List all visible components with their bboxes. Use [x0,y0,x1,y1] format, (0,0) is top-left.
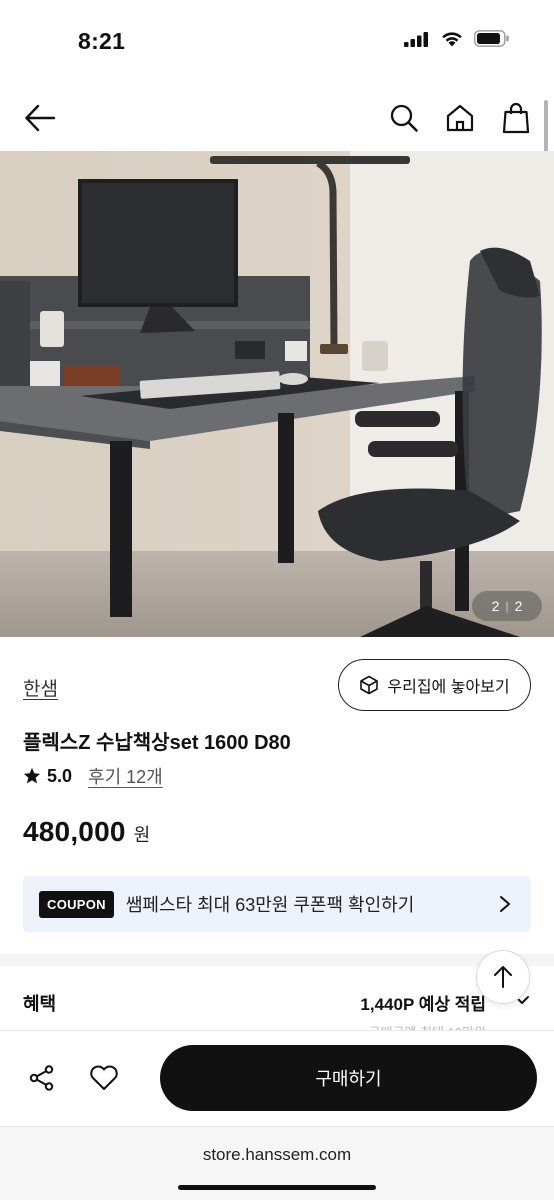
bottom-action-bar: 구매하기 [0,1030,554,1126]
chevron-right-icon [495,894,515,914]
price-row: 480,000 원 [23,816,150,848]
brand-link[interactable]: 한샘 [23,674,58,701]
home-icon [446,104,474,132]
ar-view-label: 우리집에 놓아보기 [387,679,510,696]
rating-value: 5.0 [47,765,73,786]
price-value: 480,000 [23,816,126,847]
top-nav [0,88,554,148]
search-icon [390,104,418,132]
wifi-icon [442,32,462,47]
home-indicator [178,1185,376,1190]
product-title: 플렉스Z 수납책상set 1600 D80 [23,732,291,754]
arrow-left-icon [25,104,56,132]
browser-url-bar: store.hanssem.com [0,1126,554,1200]
nav-actions [384,98,536,138]
image-counter: 2 | 2 [472,591,542,621]
like-button[interactable] [84,1058,124,1098]
star-icon [23,767,41,784]
image-counter-separator: | [505,599,509,613]
coupon-text: 쌤페스타 최대 63만원 쿠폰팩 확인하기 [125,895,415,915]
rating-row: 5.0 후기 12개 [23,763,163,789]
status-bar: 8:21 [0,0,554,84]
share-icon [29,1065,54,1091]
ar-view-button[interactable]: 우리집에 놓아보기 [338,659,531,711]
section-divider [0,954,554,966]
benefit-points: 1,440P 예상 적립 [360,995,486,1014]
price-currency: 원 [133,825,151,845]
product-photo [0,151,554,637]
buy-button[interactable]: 구매하기 [160,1045,537,1111]
battery-icon [474,30,509,47]
ar-cube-icon [360,675,379,695]
heart-icon [90,1065,118,1090]
product-image-carousel[interactable]: 2 | 2 [0,151,554,637]
arrow-up-icon [494,966,512,988]
shopping-bag-icon [502,102,530,134]
status-time: 8:21 [78,28,126,54]
scroll-to-top-button[interactable] [476,950,530,1004]
search-button[interactable] [384,98,424,138]
url-text[interactable]: store.hanssem.com [0,1145,554,1165]
coupon-banner[interactable]: COUPON 쌤페스타 최대 63만원 쿠폰팩 확인하기 [23,876,531,932]
review-count-link[interactable]: 후기 12개 [88,763,163,789]
back-button[interactable] [20,98,60,138]
benefit-label: 혜택 [23,994,57,1014]
home-button[interactable] [440,98,480,138]
coupon-badge: COUPON [39,890,114,918]
status-icons [404,30,510,47]
image-counter-total: 2 [514,598,523,614]
share-button[interactable] [22,1058,62,1098]
cellular-signal-icon [404,31,428,47]
image-counter-current: 2 [491,598,500,614]
cart-button[interactable] [496,98,536,138]
